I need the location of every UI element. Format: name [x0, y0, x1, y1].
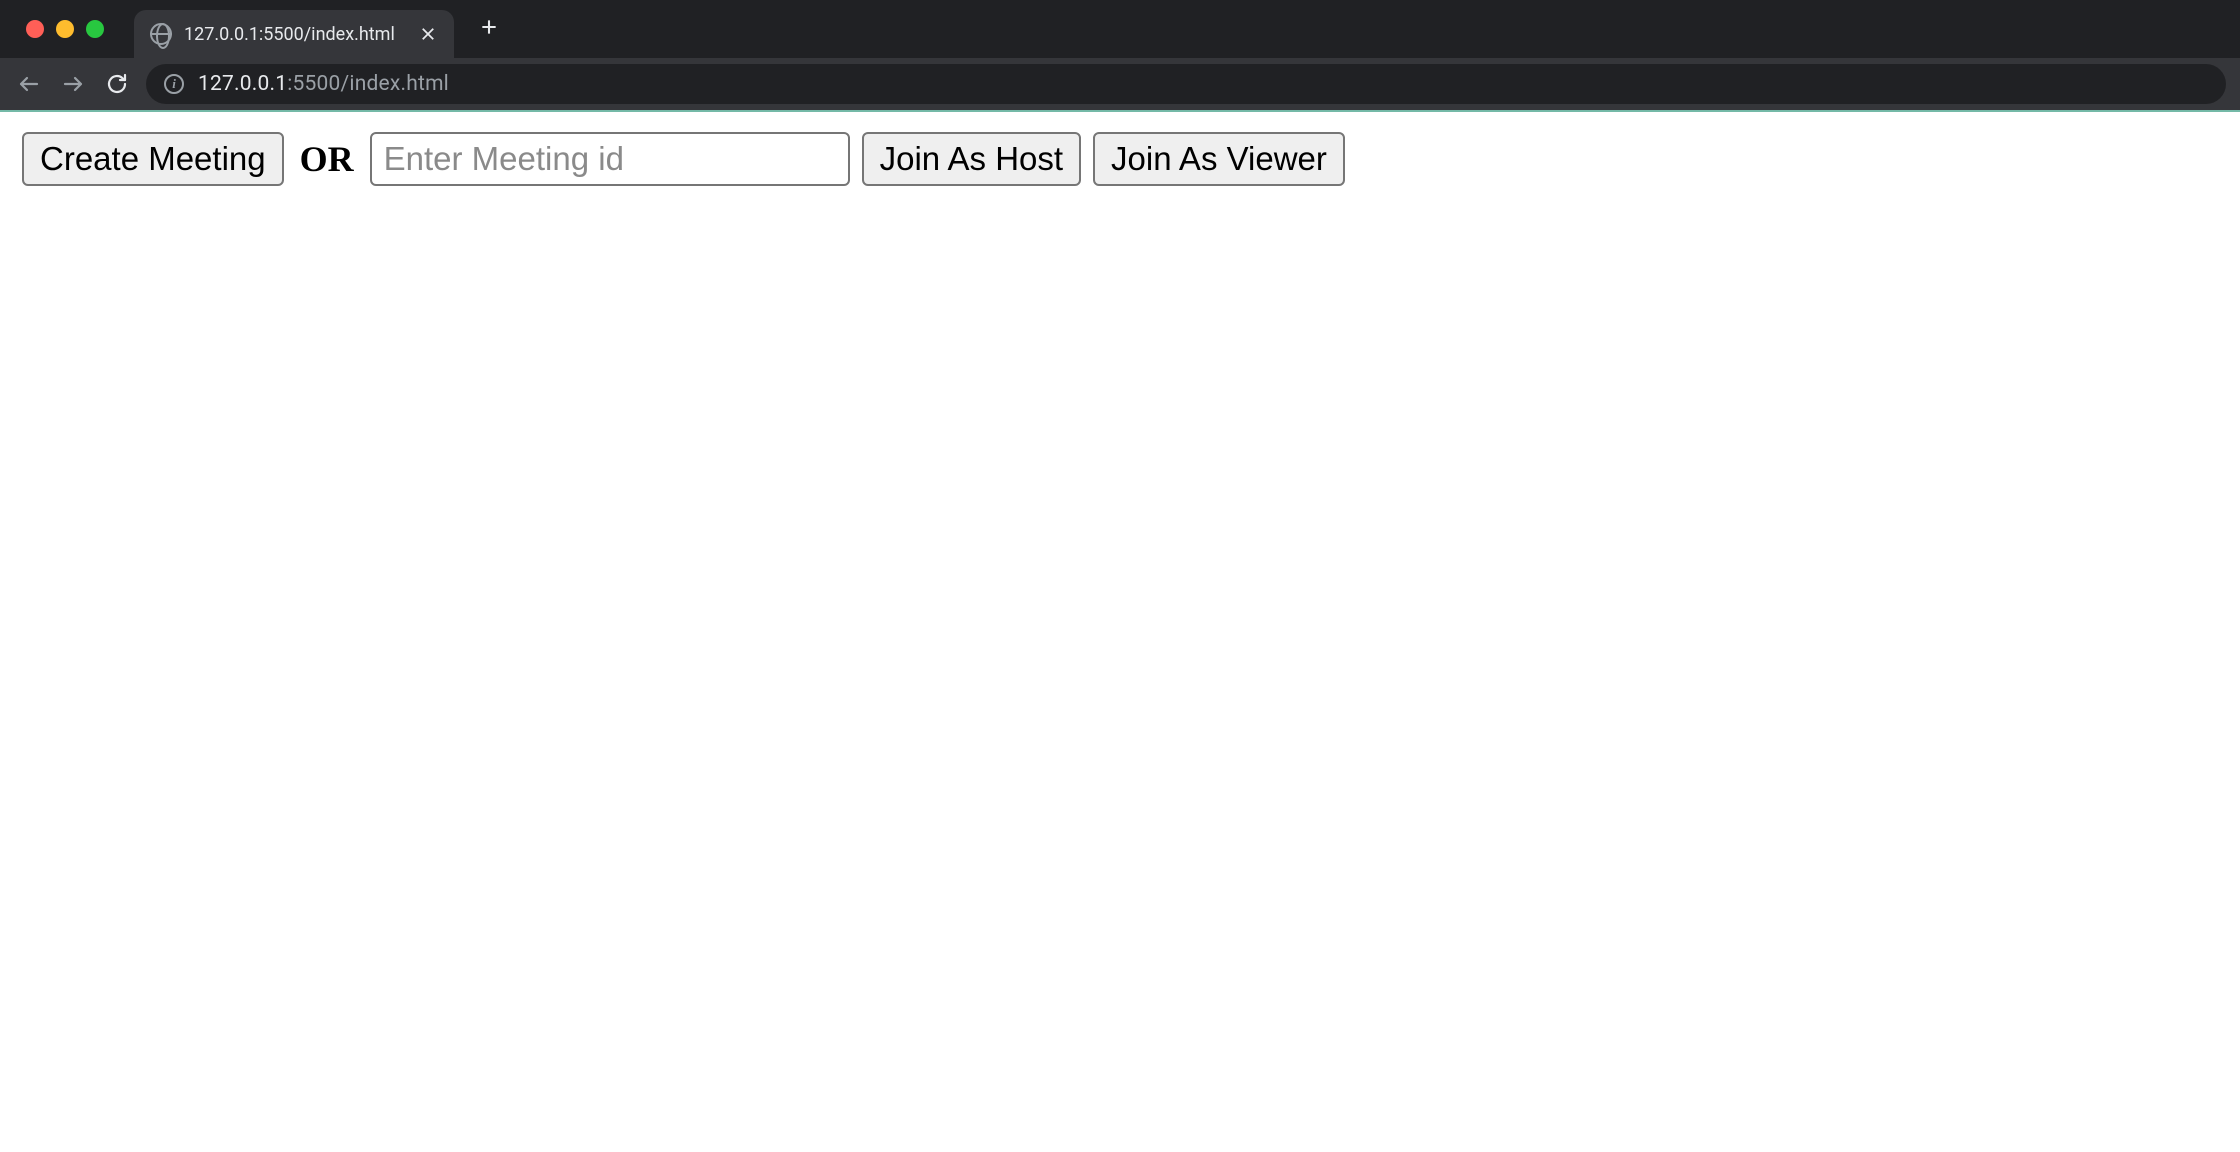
back-button[interactable] [14, 69, 44, 99]
window-close-button[interactable] [26, 20, 44, 38]
forward-button[interactable] [58, 69, 88, 99]
page-content: Create Meeting OR Join As Host Join As V… [0, 112, 2240, 206]
site-info-icon[interactable]: i [164, 74, 184, 94]
join-as-viewer-button[interactable]: Join As Viewer [1093, 132, 1345, 186]
tab-title: 127.0.0.1:5500/index.html [184, 24, 406, 45]
reload-button[interactable] [102, 69, 132, 99]
address-text: 127.0.0.1:5500/index.html [198, 72, 449, 96]
address-path: :5500/index.html [287, 72, 449, 96]
globe-icon [150, 23, 172, 45]
address-host: 127.0.0.1 [198, 72, 287, 96]
window-maximize-button[interactable] [86, 20, 104, 38]
new-tab-button[interactable] [474, 14, 504, 44]
window-controls [0, 20, 134, 38]
create-meeting-button[interactable]: Create Meeting [22, 132, 284, 186]
or-separator: OR [296, 138, 358, 180]
window-minimize-button[interactable] [56, 20, 74, 38]
close-tab-icon[interactable] [418, 24, 438, 44]
browser-tab[interactable]: 127.0.0.1:5500/index.html [134, 10, 454, 58]
browser-chrome: 127.0.0.1:5500/index.html i 127.0.0.1:55… [0, 0, 2240, 112]
address-bar[interactable]: i 127.0.0.1:5500/index.html [146, 64, 2226, 104]
meeting-id-input[interactable] [370, 132, 850, 186]
join-as-host-button[interactable]: Join As Host [862, 132, 1081, 186]
tab-bar: 127.0.0.1:5500/index.html [0, 0, 2240, 58]
toolbar: i 127.0.0.1:5500/index.html [0, 58, 2240, 112]
